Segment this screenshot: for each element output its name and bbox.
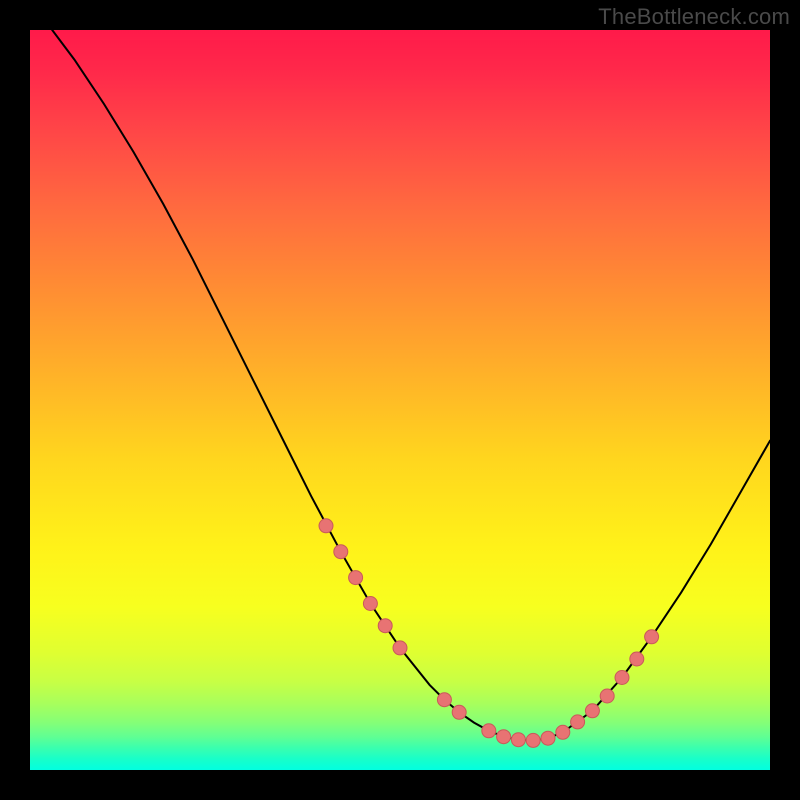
data-dot [452, 705, 466, 719]
data-dot [319, 519, 333, 533]
data-dot [363, 597, 377, 611]
data-dot [556, 725, 570, 739]
data-dot [615, 671, 629, 685]
data-dot [645, 630, 659, 644]
chart-svg [30, 30, 770, 770]
data-dot [393, 641, 407, 655]
data-dot [511, 733, 525, 747]
bottleneck-curve [52, 30, 770, 740]
plot-area [30, 30, 770, 770]
data-dot [600, 689, 614, 703]
data-dot [526, 733, 540, 747]
data-dot [630, 652, 644, 666]
data-dot [541, 731, 555, 745]
data-dot [437, 693, 451, 707]
data-dot [571, 715, 585, 729]
data-dot [378, 619, 392, 633]
data-dot [349, 571, 363, 585]
data-dot [482, 724, 496, 738]
data-dot [334, 545, 348, 559]
watermark-text: TheBottleneck.com [598, 4, 790, 30]
data-dot [497, 730, 511, 744]
data-dots [319, 519, 659, 748]
data-dot [585, 704, 599, 718]
